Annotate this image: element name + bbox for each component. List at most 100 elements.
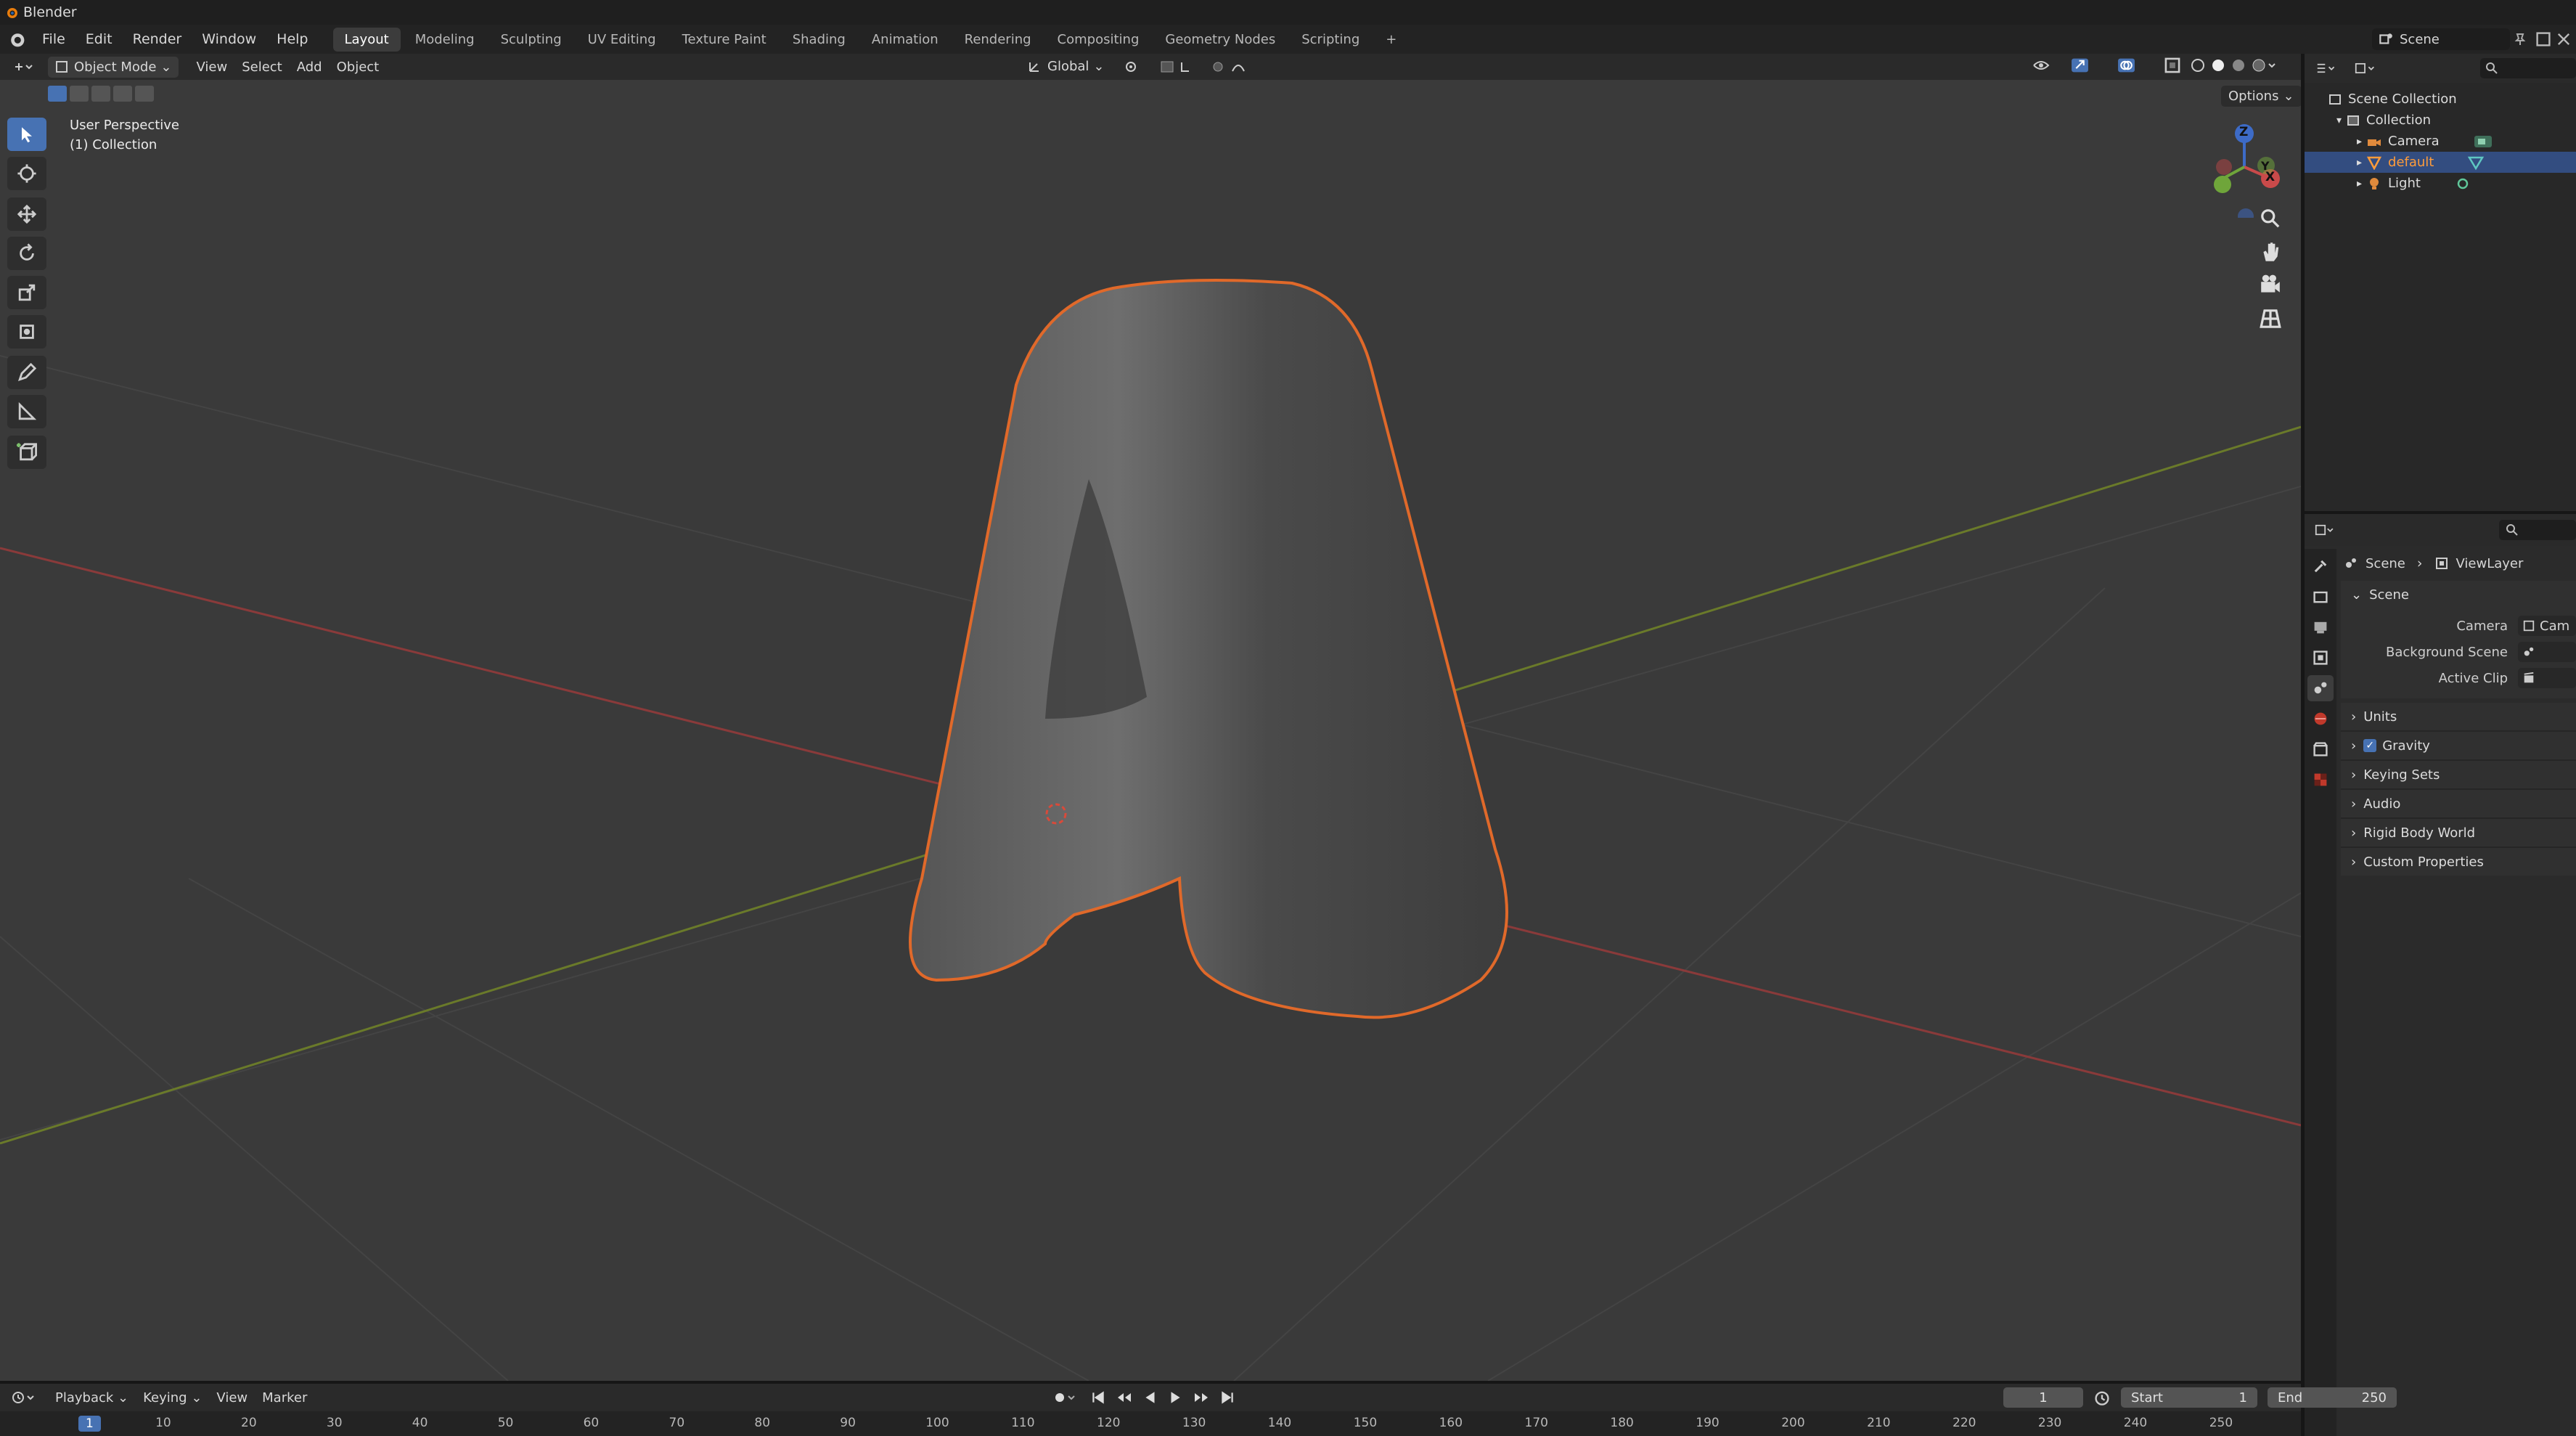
gizmo-toggle-icon[interactable] <box>2070 56 2108 75</box>
visibility-icon[interactable] <box>2032 56 2061 75</box>
menu-playback[interactable]: Playback ⌄ <box>48 1387 136 1408</box>
options-dropdown[interactable]: Options ⌄ <box>2221 86 2301 107</box>
blender-menu-icon[interactable] <box>7 30 26 49</box>
tab-texture-paint[interactable]: Texture Paint <box>671 28 778 52</box>
mesh-data-icon[interactable] <box>2467 155 2485 171</box>
outliner-search[interactable] <box>2480 58 2576 78</box>
menu-marker[interactable]: Marker <box>255 1387 314 1408</box>
panel-scene-header[interactable]: ⌄ Scene <box>2341 581 2576 608</box>
stopwatch-icon[interactable] <box>2093 1389 2111 1406</box>
navigation-gizmo[interactable]: Z Y X <box>2199 116 2286 224</box>
menu-object[interactable]: Object <box>330 57 387 78</box>
tab-view-layer[interactable] <box>2307 645 2334 671</box>
tab-render[interactable] <box>2307 584 2334 610</box>
delete-scene-icon[interactable] <box>2555 30 2572 48</box>
tab-geometry-nodes[interactable]: Geometry Nodes <box>1153 28 1287 52</box>
next-keyframe-icon[interactable] <box>1192 1390 1211 1406</box>
expand-arrow-icon[interactable]: ▸ <box>2357 136 2362 147</box>
background-scene-field[interactable] <box>2518 642 2576 662</box>
display-mode-icon[interactable] <box>2355 60 2380 76</box>
menu-help[interactable]: Help <box>266 31 318 47</box>
tab-modeling[interactable]: Modeling <box>404 28 486 52</box>
outliner-editor-icon[interactable] <box>2316 60 2342 76</box>
tab-collection[interactable] <box>2307 736 2334 762</box>
properties-search[interactable] <box>2498 520 2576 540</box>
camera-view-icon[interactable] <box>2259 274 2282 297</box>
jump-start-icon[interactable] <box>1090 1390 1106 1406</box>
expand-arrow-icon[interactable]: ▾ <box>2336 115 2342 126</box>
tab-sculpting[interactable]: Sculpting <box>489 28 573 52</box>
expand-arrow-icon[interactable]: ▸ <box>2357 157 2362 168</box>
add-cube-tool[interactable] <box>7 436 46 469</box>
select-box-tool[interactable] <box>7 118 46 151</box>
tab-animation[interactable]: Animation <box>860 28 950 52</box>
scale-tool[interactable] <box>7 276 46 309</box>
tab-rendering[interactable]: Rendering <box>953 28 1043 52</box>
select-extend-icon[interactable] <box>70 86 89 102</box>
pin-icon[interactable] <box>2513 32 2527 46</box>
tree-collection[interactable]: ▾ Collection <box>2305 110 2576 131</box>
measure-tool[interactable] <box>7 395 46 428</box>
end-frame-field[interactable]: End 250 <box>2268 1387 2397 1408</box>
tab-tool[interactable] <box>2307 553 2334 579</box>
camera-field[interactable]: Cam <box>2518 616 2576 636</box>
tab-layout[interactable]: Layout <box>332 27 401 52</box>
properties-editor-icon[interactable] <box>2315 522 2341 538</box>
auto-keying-icon[interactable] <box>1052 1389 1081 1406</box>
select-new-icon[interactable] <box>48 86 67 102</box>
orientation-dropdown[interactable]: Global ⌄ <box>1020 56 1112 77</box>
overlays-icon[interactable] <box>2117 56 2154 75</box>
tab-scene[interactable] <box>2307 675 2334 701</box>
menu-view[interactable]: View <box>189 57 234 78</box>
transform-tool[interactable] <box>7 315 46 348</box>
menu-view-timeline[interactable]: View <box>209 1387 255 1408</box>
panel-units[interactable]: › Units <box>2341 703 2576 732</box>
pan-hand-icon[interactable] <box>2259 240 2282 264</box>
panel-audio[interactable]: › Audio <box>2341 790 2576 819</box>
editor-type-icon[interactable] <box>13 58 35 76</box>
move-tool[interactable] <box>7 197 46 231</box>
panel-custom-properties[interactable]: › Custom Properties <box>2341 848 2576 876</box>
rotate-tool[interactable] <box>7 237 46 270</box>
select-intersect-icon[interactable] <box>135 86 154 102</box>
3d-viewport[interactable]: User Perspective (1) Collection Options … <box>0 80 2301 1381</box>
new-scene-icon[interactable] <box>2535 30 2552 48</box>
timeline-ruler[interactable]: 1 10 20 30 40 50 60 70 80 90 100 110 120 130 140 150 160… <box>0 1411 2301 1436</box>
panel-gravity[interactable]: › ✓ Gravity <box>2341 732 2576 761</box>
menu-file[interactable]: File <box>32 31 75 47</box>
tab-texture[interactable] <box>2307 767 2334 793</box>
menu-edit[interactable]: Edit <box>75 31 123 47</box>
pivot-point-icon[interactable] <box>1124 58 1153 76</box>
shading-modes-icon[interactable] <box>2191 56 2278 75</box>
tab-compositing[interactable]: Compositing <box>1046 28 1151 52</box>
jump-end-icon[interactable] <box>1219 1390 1235 1406</box>
panel-keying-sets[interactable]: › Keying Sets <box>2341 761 2576 790</box>
menu-render[interactable]: Render <box>123 31 192 47</box>
menu-keying[interactable]: Keying ⌄ <box>136 1387 209 1408</box>
annotate-tool[interactable] <box>7 356 46 389</box>
menu-window[interactable]: Window <box>192 31 266 47</box>
expand-arrow-icon[interactable]: ▸ <box>2357 178 2362 189</box>
camera-data-icon[interactable] <box>2473 134 2493 150</box>
select-subtract-icon[interactable] <box>91 86 110 102</box>
gravity-checkbox[interactable]: ✓ <box>2363 739 2377 752</box>
active-clip-field[interactable] <box>2518 668 2576 688</box>
tab-scripting[interactable]: Scripting <box>1290 28 1371 52</box>
snap-icon[interactable] <box>1160 58 1203 76</box>
panel-rigid-body-world[interactable]: › Rigid Body World <box>2341 819 2576 848</box>
mode-dropdown[interactable]: Object Mode ⌄ <box>48 56 179 78</box>
tab-output[interactable] <box>2307 614 2334 640</box>
scene-selector[interactable]: Scene <box>2372 28 2510 50</box>
play-icon[interactable] <box>1167 1390 1183 1406</box>
timeline-editor-icon[interactable] <box>12 1390 41 1406</box>
tab-shading[interactable]: Shading <box>781 28 857 52</box>
current-frame-field[interactable]: 1 <box>2003 1387 2083 1408</box>
prev-keyframe-icon[interactable] <box>1115 1390 1134 1406</box>
select-invert-icon[interactable] <box>113 86 132 102</box>
start-frame-field[interactable]: Start 1 <box>2121 1387 2257 1408</box>
menu-select[interactable]: Select <box>234 57 290 78</box>
perspective-toggle-icon[interactable] <box>2259 307 2282 330</box>
tab-world[interactable] <box>2307 706 2334 732</box>
menu-add[interactable]: Add <box>290 57 330 78</box>
proportional-editing-icon[interactable] <box>1211 58 1254 76</box>
